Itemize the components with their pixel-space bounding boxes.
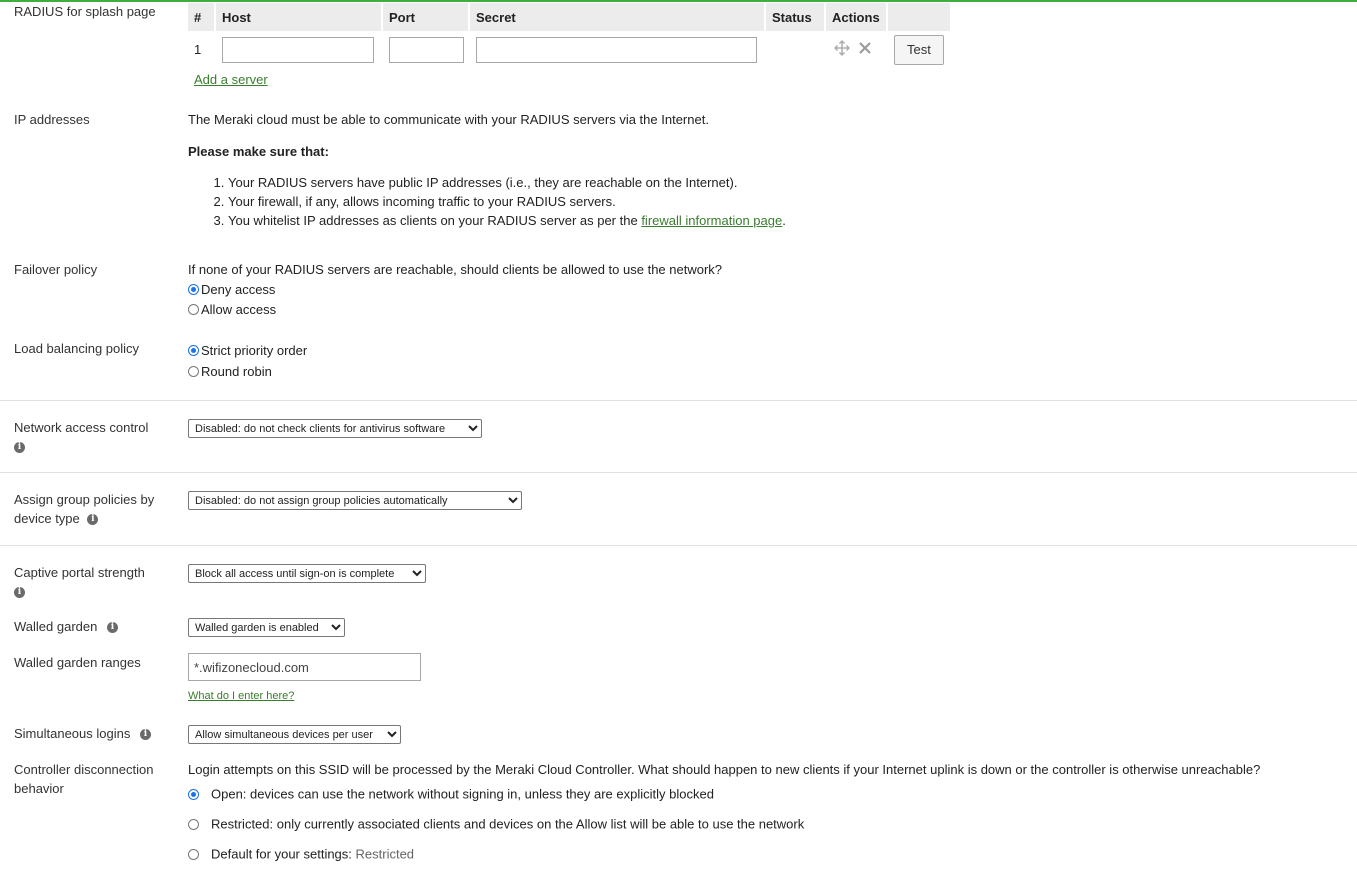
open-radio[interactable] (188, 789, 199, 801)
simultaneous-label: Simultaneous logins i (14, 724, 174, 743)
make-sure-heading: Please make sure that: (188, 144, 329, 159)
controller-label-line1: Controller disconnection (14, 762, 154, 777)
failover-question: If none of your RADIUS servers are reach… (188, 262, 723, 277)
captive-portal-label: Captive portal strength i (14, 563, 174, 601)
controller-label: Controller disconnection behavior (14, 760, 174, 798)
captive-portal-select[interactable]: Block all access until sign-on is comple… (188, 564, 426, 583)
strict-priority-radio[interactable] (188, 345, 199, 357)
captive-portal-label-text: Captive portal strength (14, 565, 145, 580)
item3-text: You whitelist IP addresses as clients on… (228, 213, 642, 228)
nac-select[interactable]: Disabled: do not check clients for antiv… (188, 419, 482, 438)
top-accent-line (0, 0, 1357, 2)
strict-priority-label: Strict priority order (201, 342, 308, 358)
simultaneous-select[interactable]: Allow simultaneous devices per user (188, 725, 401, 744)
load-balancing-label: Load balancing policy (14, 341, 140, 356)
deny-access-option[interactable]: Deny access (188, 279, 722, 299)
col-header-status: Status (766, 3, 826, 31)
firewall-info-link[interactable]: firewall information page (641, 213, 782, 228)
controller-question: Login attempts on this SSID will be proc… (188, 762, 1261, 777)
info-icon[interactable]: i (14, 587, 25, 599)
group-policies-label: Assign group policies by device type i (14, 490, 174, 528)
what-do-i-enter-link[interactable]: What do I enter here? (188, 690, 294, 702)
restricted-label: Restricted: only currently associated cl… (211, 816, 805, 832)
col-header-num: # (188, 3, 216, 31)
item3-suffix: . (782, 213, 786, 228)
drag-handle-icon[interactable] (834, 40, 850, 59)
failover-label: Failover policy (14, 262, 98, 277)
nac-label: Network access control i (14, 418, 174, 456)
col-header-port: Port (383, 3, 470, 31)
info-icon[interactable]: i (14, 442, 25, 454)
secret-input[interactable] (476, 36, 757, 63)
host-input[interactable] (222, 36, 374, 63)
allow-access-radio[interactable] (188, 304, 199, 316)
ip-addresses-label: IP addresses (14, 112, 90, 127)
add-server-link[interactable]: Add a server (194, 72, 268, 87)
table-row: 1 Test (188, 31, 952, 68)
info-icon[interactable]: i (106, 622, 118, 634)
open-label: Open: devices can use the network withou… (211, 786, 714, 802)
round-robin-option[interactable]: Round robin (188, 361, 307, 381)
restricted-radio[interactable] (188, 819, 199, 831)
round-robin-label: Round robin (201, 363, 272, 379)
allow-access-option[interactable]: Allow access (188, 299, 722, 319)
section-divider (0, 400, 1357, 401)
col-header-actions: Actions (826, 3, 888, 31)
group-policies-label-line1: Assign group policies by (14, 492, 155, 507)
nac-label-text: Network access control (14, 420, 149, 435)
status-cell (766, 31, 826, 68)
walled-garden-label-text: Walled garden (14, 619, 98, 634)
ip-intro-text: The Meraki cloud must be able to communi… (188, 112, 709, 127)
requirements-list: Your RADIUS servers have public IP addre… (188, 173, 786, 230)
list-item: You whitelist IP addresses as clients on… (228, 211, 786, 230)
col-header-host: Host (216, 3, 383, 31)
deny-access-radio[interactable] (188, 284, 199, 296)
section-divider (0, 545, 1357, 546)
group-policies-label-line2: device type (14, 511, 80, 526)
info-icon[interactable]: i (139, 729, 151, 741)
port-input[interactable] (389, 36, 464, 63)
col-header-blank (888, 3, 952, 31)
strict-priority-option[interactable]: Strict priority order (188, 340, 307, 360)
default-radio[interactable] (188, 849, 199, 861)
deny-access-label: Deny access (201, 281, 276, 297)
default-value: Restricted (355, 846, 415, 862)
col-header-secret: Secret (470, 3, 766, 31)
radius-splash-label: RADIUS for splash page (14, 4, 156, 19)
list-item: Your RADIUS servers have public IP addre… (228, 173, 786, 192)
walled-ranges-textarea[interactable]: *.wifizonecloud.com (188, 653, 421, 681)
walled-garden-label: Walled garden i (14, 617, 174, 636)
row-number: 1 (194, 42, 202, 57)
radius-server-table: # Host Port Secret Status Actions 1 Test (188, 3, 952, 68)
walled-garden-select[interactable]: Walled garden is enabled (188, 618, 345, 637)
simultaneous-label-text: Simultaneous logins (14, 726, 131, 741)
delete-icon[interactable] (858, 41, 872, 58)
restricted-option[interactable]: Restricted: only currently associated cl… (188, 809, 1260, 839)
walled-ranges-label: Walled garden ranges (14, 655, 141, 670)
test-button[interactable]: Test (894, 34, 944, 65)
section-divider (0, 472, 1357, 473)
open-option[interactable]: Open: devices can use the network withou… (188, 779, 1260, 809)
info-icon[interactable]: i (87, 514, 99, 526)
allow-access-label: Allow access (201, 301, 277, 317)
controller-label-line2: behavior (14, 781, 64, 796)
default-label: Default for your settings: (211, 846, 356, 862)
round-robin-radio[interactable] (188, 366, 199, 378)
list-item: Your firewall, if any, allows incoming t… (228, 192, 786, 211)
group-policies-select[interactable]: Disabled: do not assign group policies a… (188, 491, 522, 510)
